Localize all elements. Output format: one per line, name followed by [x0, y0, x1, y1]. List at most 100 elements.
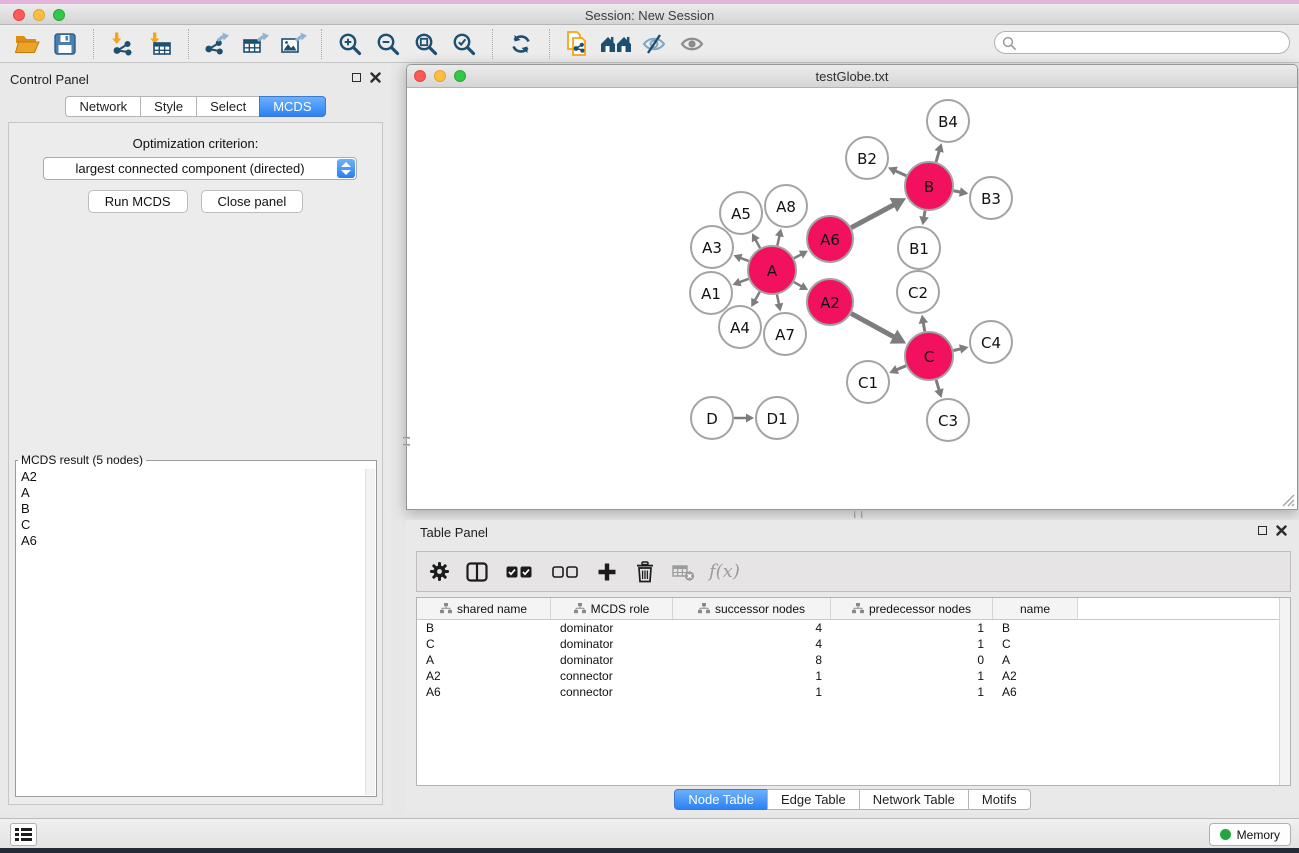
table-cell[interactable]: A2	[993, 669, 1078, 683]
edge-A-A8[interactable]	[775, 228, 784, 245]
save-session-button[interactable]	[46, 28, 84, 60]
edge-A-A2[interactable]	[794, 282, 808, 290]
create-column-button[interactable]	[595, 560, 619, 584]
memory-button[interactable]: Memory	[1209, 823, 1291, 846]
delete-columns-button[interactable]	[633, 560, 657, 584]
node-C3[interactable]: C3	[927, 399, 969, 441]
table-cell[interactable]: dominator	[551, 621, 673, 635]
apply-preferred-layout-button[interactable]	[502, 28, 540, 60]
edge-A-A7[interactable]	[774, 294, 783, 311]
zoom-out-button[interactable]	[369, 28, 407, 60]
node-D1[interactable]: D1	[756, 397, 798, 439]
edge-A6-B[interactable]	[851, 198, 906, 228]
node-A6[interactable]: A6	[807, 216, 853, 262]
select-all-columns-button[interactable]	[503, 560, 535, 584]
node-C4[interactable]: C4	[970, 321, 1012, 363]
table-cell[interactable]: connector	[551, 685, 673, 699]
table-cell[interactable]: 1	[831, 685, 993, 699]
table-cell[interactable]: B	[417, 621, 551, 635]
show-selected-button[interactable]	[673, 28, 711, 60]
close-panel-icon[interactable]	[370, 72, 381, 83]
tab-network-table[interactable]: Network Table	[859, 789, 969, 810]
show-all-networks-button[interactable]	[597, 28, 635, 60]
table-options-button[interactable]	[427, 560, 451, 584]
edge-B-B4[interactable]	[934, 143, 943, 162]
tab-node-table[interactable]: Node Table	[674, 789, 768, 810]
mcds-result-item[interactable]: A	[17, 485, 364, 501]
column-header-successor-nodes[interactable]: successor nodes	[673, 598, 831, 619]
unselect-all-columns-button[interactable]	[549, 560, 581, 584]
float-panel-icon[interactable]	[1258, 526, 1267, 535]
import-network-from-file-button[interactable]	[103, 28, 141, 60]
search-box[interactable]	[994, 31, 1290, 54]
node-B4[interactable]: B4	[927, 100, 969, 142]
table-cell[interactable]: 8	[673, 653, 831, 667]
resize-grip-icon[interactable]	[1280, 492, 1295, 507]
edge-D-D1[interactable]	[734, 414, 754, 423]
table-cell[interactable]: connector	[551, 669, 673, 683]
node-A7[interactable]: A7	[764, 313, 806, 355]
show-networks-list-button[interactable]	[10, 823, 37, 846]
table-cell[interactable]: A	[417, 653, 551, 667]
table-cell[interactable]: 1	[831, 637, 993, 651]
table-cell[interactable]: A2	[417, 669, 551, 683]
network-window-titlebar[interactable]: testGlobe.txt	[407, 65, 1297, 88]
export-table-button[interactable]	[236, 28, 274, 60]
mcds-result-item[interactable]: C	[17, 517, 364, 533]
table-cell[interactable]: 1	[673, 685, 831, 699]
close-panel-button[interactable]: Close panel	[201, 190, 304, 213]
table-row[interactable]: Adominator80A	[417, 652, 1290, 668]
table-cell[interactable]: A6	[417, 685, 551, 699]
delete-table-button[interactable]	[671, 560, 695, 584]
node-A5[interactable]: A5	[720, 192, 762, 234]
search-input[interactable]	[1019, 33, 1283, 52]
column-header-predecessor-nodes[interactable]: predecessor nodes	[831, 598, 993, 619]
mcds-result-item[interactable]: B	[17, 501, 364, 517]
new-network-from-selection-button[interactable]	[559, 28, 597, 60]
table-cell[interactable]: A6	[993, 685, 1078, 699]
mcds-result-item[interactable]: A6	[17, 533, 364, 549]
edge-A2-C[interactable]	[851, 313, 906, 343]
edge-A-A5[interactable]	[752, 233, 760, 248]
function-builder-button[interactable]: f(x)	[709, 560, 740, 584]
edge-A-A1[interactable]	[733, 278, 749, 286]
zoom-selected-button[interactable]	[445, 28, 483, 60]
import-table-from-file-button[interactable]	[141, 28, 179, 60]
mcds-result-item[interactable]: A2	[17, 469, 364, 485]
column-header-shared-name[interactable]: shared name	[417, 598, 551, 619]
tab-mcds[interactable]: MCDS	[259, 96, 325, 117]
node-B2[interactable]: B2	[846, 137, 888, 179]
horizontal-splitter-handle[interactable]	[845, 511, 871, 518]
node-A4[interactable]: A4	[719, 306, 761, 348]
edge-B-B1[interactable]	[919, 211, 928, 226]
table-cell[interactable]: 4	[673, 637, 831, 651]
network-canvas[interactable]: B4B2BB3A8A5A6A3B1AA1C2A2A4A7C4CC1C3DD1	[407, 88, 1297, 509]
export-network-button[interactable]	[198, 28, 236, 60]
edge-B-B3[interactable]	[954, 187, 969, 196]
table-cell[interactable]: B	[993, 621, 1078, 635]
node-C1[interactable]: C1	[847, 361, 889, 403]
tab-edge-table[interactable]: Edge Table	[767, 789, 860, 810]
edge-A-A4[interactable]	[751, 292, 760, 307]
node-A2[interactable]: A2	[807, 279, 853, 325]
table-cell[interactable]: 1	[673, 669, 831, 683]
tab-motifs[interactable]: Motifs	[968, 789, 1031, 810]
edge-B-B2[interactable]	[888, 167, 906, 176]
table-cell[interactable]: 4	[673, 621, 831, 635]
node-A8[interactable]: A8	[765, 185, 807, 227]
vertical-splitter-handle[interactable]	[403, 428, 410, 454]
tab-network[interactable]: Network	[65, 96, 141, 117]
table-cell[interactable]: C	[993, 637, 1078, 651]
tab-style[interactable]: Style	[140, 96, 197, 117]
edge-C-C3[interactable]	[934, 380, 943, 398]
node-A1[interactable]: A1	[690, 272, 732, 314]
mcds-result-scrollbar[interactable]	[365, 469, 375, 795]
table-row[interactable]: A6connector11A6	[417, 684, 1290, 700]
node-A3[interactable]: A3	[691, 226, 733, 268]
table-cell[interactable]: 0	[831, 653, 993, 667]
criterion-select[interactable]: largest connected component (directed)	[43, 157, 357, 180]
node-B1[interactable]: B1	[898, 227, 940, 269]
edge-C-C4[interactable]	[953, 344, 968, 353]
close-panel-icon[interactable]	[1276, 525, 1287, 536]
table-cell[interactable]: A	[993, 653, 1078, 667]
